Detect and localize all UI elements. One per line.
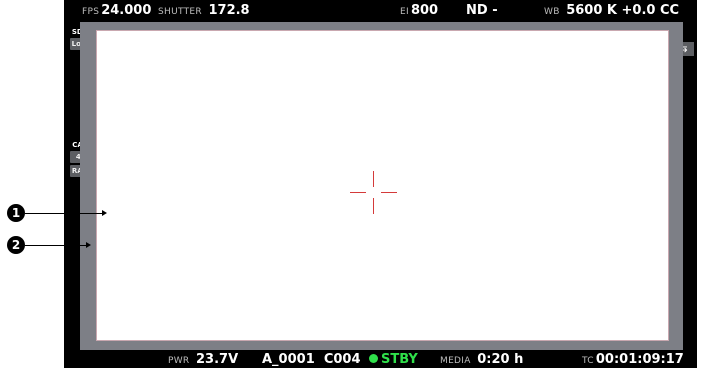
bottom-status-bar: PWR 23.7V A_0001 C004 STBY MEDIA 0:20 h … [64, 350, 697, 368]
wb-readout[interactable]: WB 5600 K +0.0 CC [544, 3, 679, 18]
pwr-value: 23.7V [196, 352, 239, 367]
media-value: 0:20 h [477, 352, 524, 367]
nd-label: ND [466, 3, 488, 18]
shutter-value: 172.8 [208, 3, 250, 18]
top-status-bar: FPS 24.000 SHUTTER 172.8 EI 800 ND - WB 56… [64, 0, 697, 22]
tc-label: TC [582, 356, 594, 366]
pwr-label: PWR [168, 356, 190, 366]
fps-value: 24.000 [101, 3, 152, 18]
monitor-screen: FPS 24.000 SHUTTER 172.8 EI 800 ND - WB 56… [64, 0, 697, 368]
wb-label: WB [544, 7, 560, 17]
wb-value: 5600 K +0.0 CC [566, 3, 680, 18]
callout-1-arrowhead [102, 210, 107, 216]
power-readout: PWR 23.7V [168, 352, 238, 367]
status-text: STBY [381, 352, 418, 367]
surround-frame [80, 22, 683, 350]
nd-readout[interactable]: ND - [466, 3, 498, 18]
fps-label: FPS [82, 7, 100, 17]
status-dot-icon [369, 354, 378, 363]
callout-2: 2 [7, 236, 25, 254]
nd-value: - [492, 3, 498, 18]
shutter-label: SHUTTER [158, 7, 202, 17]
crosshair-right [381, 192, 397, 193]
callout-2-line [25, 245, 87, 246]
record-status[interactable]: STBY [369, 352, 418, 367]
callout-1-line [25, 213, 103, 214]
media-readout: MEDIA 0:20 h [440, 352, 523, 367]
crosshair-top [373, 171, 374, 187]
crosshair-bottom [373, 198, 374, 214]
crosshair-left [350, 192, 366, 193]
clip-name[interactable]: A_0001 C004 [262, 352, 361, 367]
image-area [96, 30, 669, 341]
fps-readout[interactable]: FPS 24.000 [82, 3, 151, 18]
callout-2-arrowhead [86, 242, 91, 248]
ei-label: EI [400, 7, 409, 17]
shutter-readout[interactable]: SHUTTER 172.8 [158, 3, 250, 18]
timecode-readout[interactable]: TC 00:01:09:17 [582, 352, 684, 367]
media-label: MEDIA [440, 356, 471, 366]
tc-value: 00:01:09:17 [595, 352, 684, 367]
ei-readout[interactable]: EI 800 [400, 3, 438, 18]
callout-1: 1 [7, 204, 25, 222]
ei-value: 800 [410, 3, 439, 18]
reel-name: A_0001 [262, 352, 315, 367]
clip-number: C004 [323, 352, 361, 367]
